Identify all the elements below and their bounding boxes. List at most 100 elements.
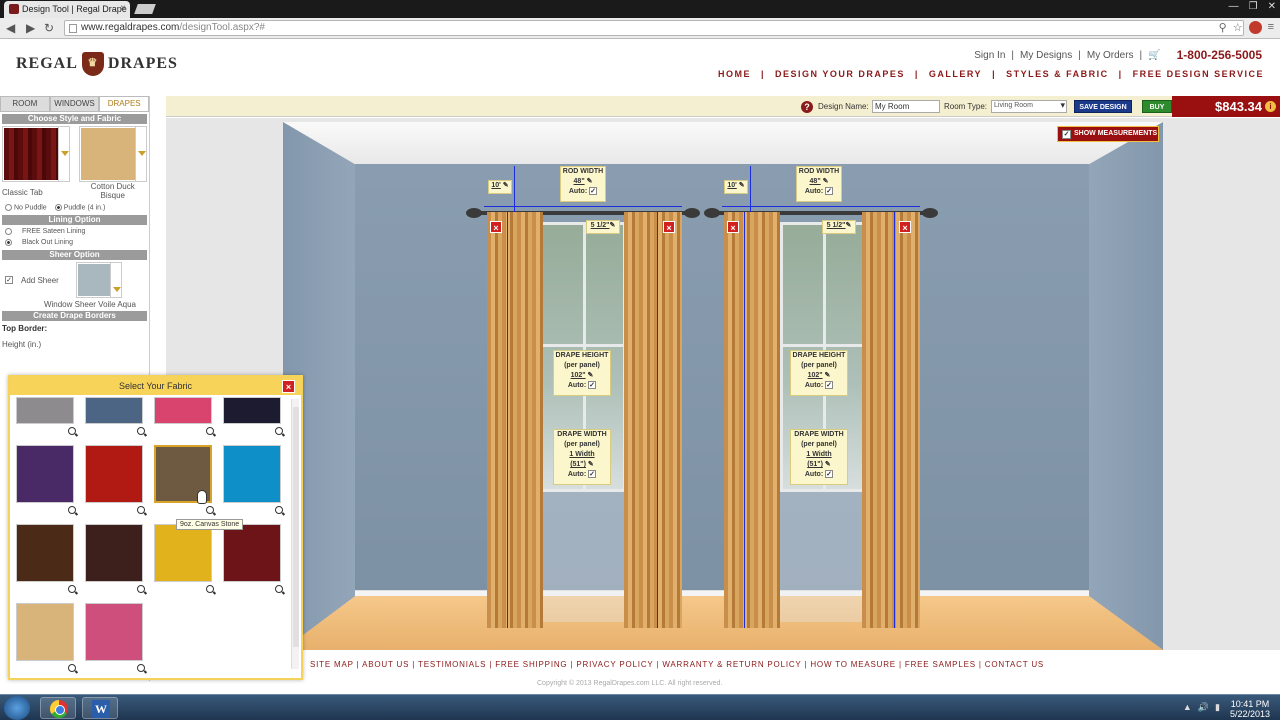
magnify-icon[interactable] <box>206 427 216 437</box>
magnify-icon[interactable] <box>137 664 147 674</box>
footer-link-shipping[interactable]: FREE SHIPPING <box>495 660 567 669</box>
fabric-swatch[interactable] <box>223 524 281 582</box>
maximize-icon[interactable]: ❐ <box>1249 1 1258 12</box>
fabric-swatch[interactable] <box>223 397 281 424</box>
extension-icon[interactable] <box>1248 21 1262 34</box>
footer-link-privacy[interactable]: PRIVACY POLICY <box>576 660 653 669</box>
magnify-icon[interactable] <box>206 585 216 595</box>
style-selector[interactable] <box>2 126 70 182</box>
drape-height-label[interactable]: DRAPE HEIGHT (per panel) 102" ✎ Auto: ✓ <box>553 350 611 396</box>
rod-width-label[interactable]: ROD WIDTH 48" ✎ Auto: ✓ <box>560 166 606 202</box>
drape-panel[interactable] <box>487 212 543 628</box>
sateen-lining-option[interactable]: FREE Sateen Lining <box>0 225 149 236</box>
style-dropdown-icon[interactable] <box>58 127 69 181</box>
drape-width-label[interactable]: DRAPE WIDTH (per panel) 1 Width (51") ✎ … <box>553 429 611 485</box>
minimize-icon[interactable]: — <box>1229 1 1239 12</box>
nav-design[interactable]: DESIGN YOUR DRAPES <box>775 69 905 79</box>
magnify-icon[interactable] <box>275 506 285 516</box>
nav-styles[interactable]: STYLES & FABRIC <box>1006 69 1109 79</box>
fabric-dropdown-icon[interactable] <box>134 127 146 181</box>
magnify-icon[interactable] <box>68 506 78 516</box>
show-measurements-toggle[interactable]: ✓ SHOW MEASUREMENTS <box>1057 126 1159 142</box>
sheer-selector[interactable] <box>75 262 122 299</box>
cart-icon[interactable]: 🛒 <box>1148 50 1160 61</box>
drape-panel[interactable] <box>862 212 920 628</box>
network-icon[interactable]: ▮ <box>1215 702 1220 713</box>
magnify-icon[interactable] <box>137 506 147 516</box>
fabric-swatch[interactable] <box>154 524 212 582</box>
tab-drapes[interactable]: DRAPES <box>99 96 150 112</box>
nav-free-design[interactable]: FREE DESIGN SERVICE <box>1133 69 1264 79</box>
new-tab-button[interactable] <box>134 4 156 14</box>
footer-link-samples[interactable]: FREE SAMPLES <box>905 660 976 669</box>
bookmark-star-icon[interactable]: ☆ <box>1233 21 1243 34</box>
design-name-input[interactable]: My Room <box>872 100 940 113</box>
magnify-icon[interactable] <box>275 585 285 595</box>
add-sheer-checkbox[interactable]: ✓ <box>5 276 13 285</box>
no-puddle-option[interactable]: No Puddle <box>5 204 47 211</box>
magnify-icon[interactable] <box>68 427 78 437</box>
fabric-swatch[interactable] <box>85 397 143 424</box>
show-measurements-checkbox[interactable]: ✓ <box>1062 130 1071 139</box>
fabric-swatch[interactable] <box>16 524 74 582</box>
magnify-icon[interactable] <box>68 664 78 674</box>
close-window-icon[interactable]: ✕ <box>1268 1 1276 12</box>
fabric-swatch[interactable] <box>85 445 143 503</box>
buy-button[interactable]: BUY <box>1142 100 1172 113</box>
site-logo[interactable]: REGAL ♛ DRAPES <box>16 52 178 76</box>
puddle-option[interactable]: Puddle (4 in.) <box>54 204 105 211</box>
sheer-dropdown-icon[interactable] <box>109 263 121 298</box>
fabric-swatch[interactable] <box>16 445 74 503</box>
clock[interactable]: 10:41 PM 5/22/2013 <box>1230 699 1270 719</box>
magnify-icon[interactable] <box>137 427 147 437</box>
drape-height-label[interactable]: DRAPE HEIGHT (per panel) 102" ✎ Auto: ✓ <box>790 350 848 396</box>
nav-gallery[interactable]: GALLERY <box>929 69 982 79</box>
drape-panel[interactable] <box>624 212 682 628</box>
remove-panel-button[interactable]: × <box>663 221 675 233</box>
drape-panel[interactable] <box>724 212 780 628</box>
fabric-swatch[interactable] <box>154 397 212 424</box>
footer-link-about[interactable]: ABOUT US <box>362 660 409 669</box>
forward-icon[interactable]: ▶ <box>26 21 35 35</box>
taskbar-word[interactable]: W <box>82 697 118 719</box>
browser-tab[interactable]: Design Tool | Regal Drape × <box>4 1 130 18</box>
blackout-radio[interactable] <box>5 239 12 247</box>
help-icon[interactable]: ? <box>801 101 813 113</box>
close-popup-button[interactable]: × <box>282 380 295 393</box>
rod-height-label[interactable]: 10' ✎ <box>724 180 748 194</box>
my-designs-link[interactable]: My Designs <box>1020 50 1072 61</box>
footer-link-contact[interactable]: CONTACT US <box>985 660 1044 669</box>
fabric-swatch[interactable] <box>16 603 74 661</box>
back-icon[interactable]: ◀ <box>6 21 15 35</box>
blackout-lining-option[interactable]: Black Out Lining <box>0 236 149 248</box>
magnify-icon[interactable] <box>137 585 147 595</box>
my-orders-link[interactable]: My Orders <box>1087 50 1134 61</box>
magnify-icon[interactable] <box>68 585 78 595</box>
remove-panel-button[interactable]: × <box>899 221 911 233</box>
drape-width-label[interactable]: DRAPE WIDTH (per panel) 1 Width (51") ✎ … <box>790 429 848 485</box>
return-label[interactable]: 5 1/2"✎ <box>586 220 620 234</box>
footer-link-measure[interactable]: HOW TO MEASURE <box>810 660 896 669</box>
taskbar-chrome[interactable] <box>40 697 76 719</box>
zoom-icon[interactable]: ⚲ <box>1219 21 1227 34</box>
no-puddle-radio[interactable] <box>5 204 12 211</box>
room-type-select[interactable]: Living Room <box>991 100 1067 113</box>
volume-icon[interactable]: 🔊 <box>1198 702 1209 713</box>
footer-link-testimonials[interactable]: TESTIMONIALS <box>418 660 486 669</box>
rod-height-label[interactable]: 10' ✎ <box>488 180 512 194</box>
fabric-swatch[interactable] <box>16 397 74 424</box>
remove-panel-button[interactable]: × <box>490 221 502 233</box>
footer-link-warranty[interactable]: WARRANTY & RETURN POLICY <box>662 660 801 669</box>
puddle-radio[interactable] <box>54 204 62 211</box>
return-label[interactable]: 5 1/2"✎ <box>822 220 856 234</box>
footer-link-site-map[interactable]: SITE MAP <box>310 660 354 669</box>
fabric-selector[interactable] <box>78 126 147 182</box>
menu-icon[interactable]: ≡ <box>1268 21 1274 34</box>
fabric-swatch[interactable] <box>85 603 143 661</box>
rod-width-label[interactable]: ROD WIDTH 48" ✎ Auto: ✓ <box>796 166 842 202</box>
fabric-swatch[interactable] <box>85 524 143 582</box>
sateen-radio[interactable] <box>5 228 12 236</box>
nav-home[interactable]: HOME <box>718 69 751 79</box>
show-hidden-icon[interactable]: ▲ <box>1183 702 1192 713</box>
reload-icon[interactable]: ↻ <box>44 21 54 35</box>
